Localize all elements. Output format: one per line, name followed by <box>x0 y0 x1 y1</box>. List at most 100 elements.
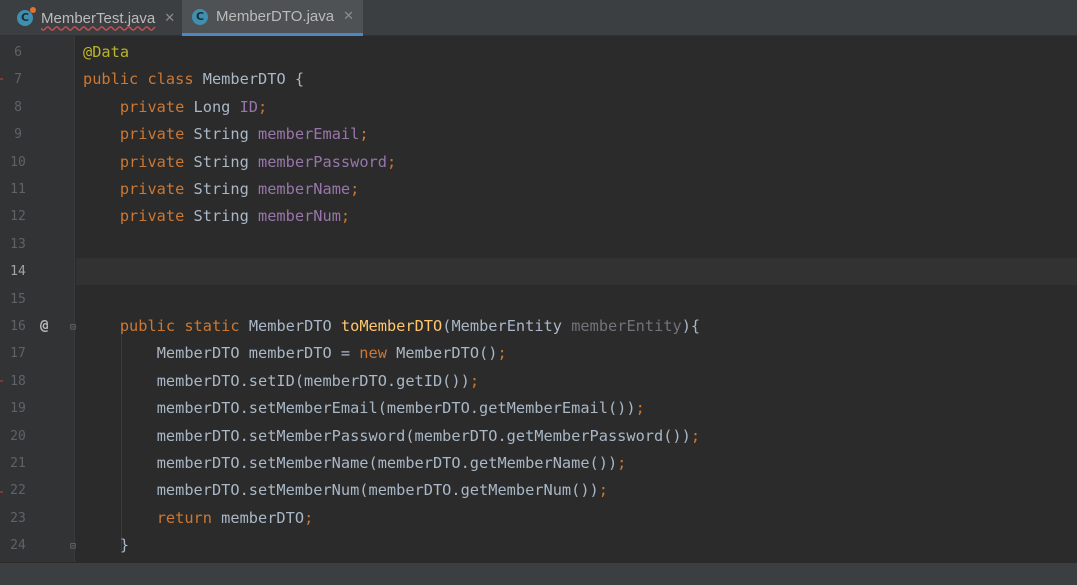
tab-label: MemberTest.java <box>41 9 156 27</box>
line-number: 11 <box>10 182 26 197</box>
semicolon: ; <box>469 371 480 390</box>
tab-memberdto[interactable]: C MemberDTO.java ✕ <box>182 0 363 36</box>
line-number: 16 <box>10 319 26 334</box>
semicolon: ; <box>350 180 360 198</box>
keyword: static <box>184 317 240 335</box>
change-marker <box>0 380 3 382</box>
brace: { <box>294 70 305 89</box>
override-marker-icon[interactable]: @ <box>40 319 48 333</box>
method-name: toMemberDTO <box>340 317 443 335</box>
statement: memberDTO.setMemberEmail(memberDTO.getMe… <box>156 399 636 418</box>
keyword: new <box>359 344 387 363</box>
statement: MemberDTO memberDTO = <box>156 344 360 363</box>
field-name: memberNum <box>258 207 341 226</box>
editor-tab-bar: C MemberTest.java ✕ C MemberDTO.java ✕ <box>0 0 1077 36</box>
type-name: String <box>193 207 249 226</box>
semicolon: ; <box>304 508 314 527</box>
code-line: memberDTO.setMemberPassword(memberDTO.ge… <box>83 423 700 450</box>
semicolon: ; <box>497 344 507 363</box>
change-marker <box>0 491 3 493</box>
code-line: memberDTO.setMemberNum(memberDTO.getMemb… <box>83 477 608 504</box>
line-number: 8 <box>14 99 22 115</box>
field-name: ID <box>239 97 259 116</box>
statement: memberDTO.setMemberName(memberDTO.getMem… <box>156 454 618 472</box>
line-number-gutter[interactable]: 6 7 8 9 10 11 12 13 14 15 16 17 18 19 20… <box>0 36 76 562</box>
line-number: 21 <box>10 456 26 471</box>
keyword: public <box>83 70 139 89</box>
paren: ){ <box>681 317 701 335</box>
line-number: 19 <box>10 401 26 417</box>
code-line: public static MemberDTO toMemberDTO(Memb… <box>83 313 700 340</box>
code-line: private Long ID; <box>83 94 267 121</box>
statement: MemberDTO() <box>386 344 498 363</box>
line-number: 7 <box>14 72 22 88</box>
type-name: String <box>193 152 249 171</box>
close-icon[interactable]: ✕ <box>164 11 175 26</box>
statement: memberDTO.setID(memberDTO.getID()) <box>156 371 470 390</box>
semicolon: ; <box>386 152 397 171</box>
keyword: return <box>156 508 212 527</box>
semicolon: ; <box>617 454 627 472</box>
keyword: public <box>119 317 176 335</box>
semicolon: ; <box>258 97 268 116</box>
line-number: 17 <box>10 346 26 362</box>
close-icon[interactable]: ✕ <box>343 9 354 24</box>
field-name: memberEmail <box>258 125 360 144</box>
field-name: memberName <box>258 180 351 198</box>
class-c-icon: C <box>192 8 208 25</box>
line-number: 13 <box>10 236 26 252</box>
class-c-icon: C <box>17 7 36 26</box>
line-number: 18 <box>10 373 26 389</box>
annotation: @Data <box>83 43 130 61</box>
statement: memberDTO <box>211 508 305 527</box>
field-name: memberPassword <box>258 152 387 171</box>
statement: memberDTO.setMemberPassword(memberDTO.ge… <box>156 426 691 445</box>
change-marker <box>0 78 3 80</box>
line-number: 9 <box>14 127 22 143</box>
code-line: @Data <box>83 39 129 66</box>
line-number: 20 <box>10 428 26 444</box>
keyword: private <box>119 125 185 144</box>
code-line: public class MemberDTO { <box>83 66 304 93</box>
line-number: 23 <box>10 510 26 526</box>
code-line: } <box>83 532 129 559</box>
keyword: private <box>119 207 185 226</box>
tab-label: MemberDTO.java <box>216 8 335 25</box>
line-number: 10 <box>10 154 26 170</box>
tab-membertest[interactable]: C MemberTest.java ✕ <box>0 0 182 36</box>
keyword: private <box>119 97 185 116</box>
return-type: MemberDTO <box>248 317 332 335</box>
code-editor[interactable]: @Data public class MemberDTO { private L… <box>76 36 1077 562</box>
code-line: memberDTO.setMemberEmail(memberDTO.getMe… <box>83 395 645 422</box>
code-line: memberDTO.setMemberName(memberDTO.getMem… <box>83 450 627 477</box>
keyword: private <box>119 180 185 198</box>
error-badge-icon <box>30 7 36 13</box>
param-name: memberEntity <box>571 317 682 335</box>
type-name: String <box>193 125 249 144</box>
bottom-bar <box>0 562 1077 585</box>
semicolon: ; <box>359 125 369 144</box>
caret-row-highlight <box>76 258 1077 285</box>
code-line: MemberDTO memberDTO = new MemberDTO(); <box>83 340 507 367</box>
code-line: memberDTO.setID(memberDTO.getID()); <box>83 368 479 395</box>
code-line: private String memberPassword; <box>83 149 396 176</box>
line-number: 12 <box>10 209 26 225</box>
type-name: String <box>193 180 249 198</box>
line-number: 6 <box>14 45 22 60</box>
param-type: MemberEntity <box>451 317 562 335</box>
code-line: private String memberName; <box>83 176 360 203</box>
semicolon: ; <box>690 426 701 445</box>
type-name: Long <box>193 97 231 116</box>
semicolon: ; <box>598 481 608 500</box>
line-number-current: 14 <box>10 264 26 280</box>
keyword: private <box>119 152 185 171</box>
code-line: private String memberNum; <box>83 203 350 230</box>
class-name: MemberDTO <box>202 70 286 89</box>
code-line: return memberDTO; <box>83 505 314 532</box>
code-line: private String memberEmail; <box>83 121 369 148</box>
statement: memberDTO.setMemberNum(memberDTO.getMemb… <box>156 481 599 500</box>
brace: } <box>119 536 130 555</box>
line-number: 24 <box>10 538 26 554</box>
semicolon: ; <box>635 399 645 418</box>
line-number: 15 <box>10 291 26 307</box>
